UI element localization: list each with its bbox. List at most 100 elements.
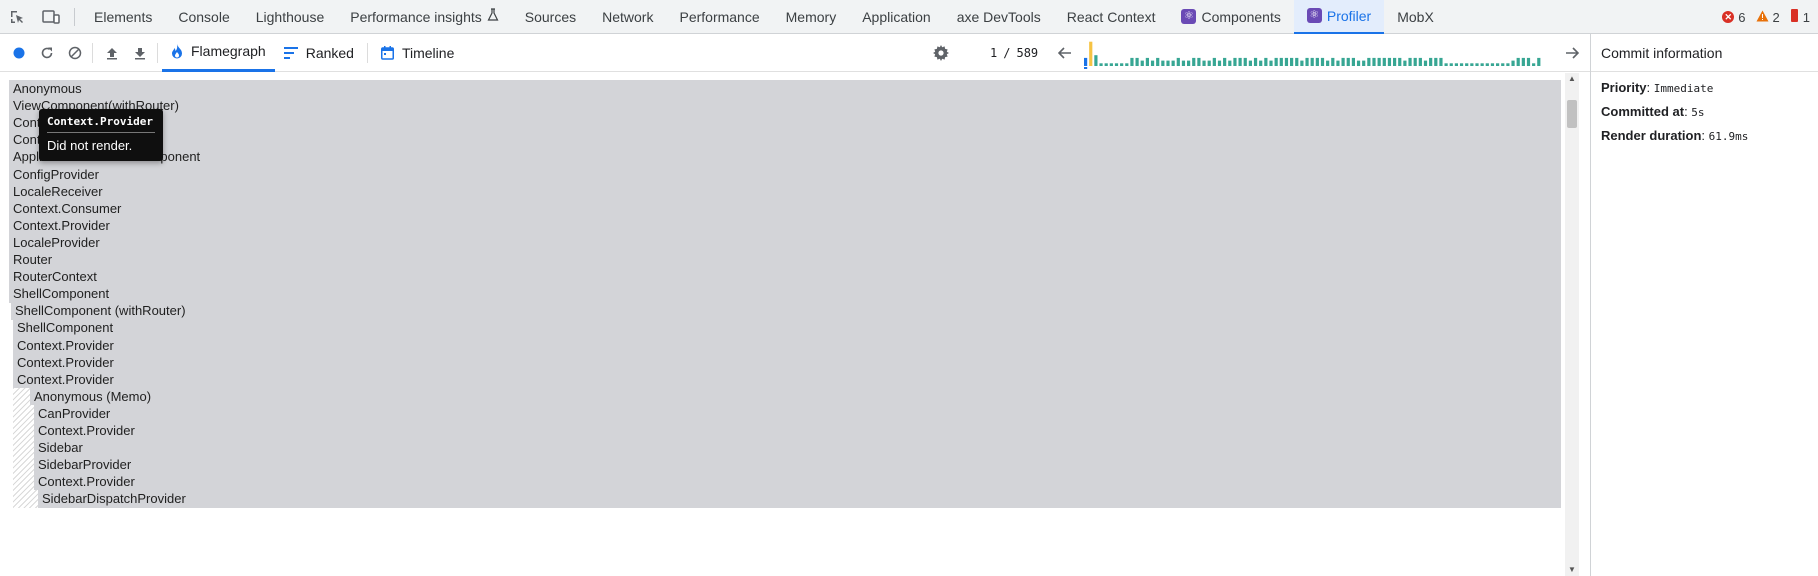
commit-bar[interactable] [1259, 60, 1263, 66]
commit-bar[interactable] [1135, 57, 1139, 66]
issue-counters[interactable]: ✕ 6 2 1 [1722, 0, 1810, 34]
commit-bar[interactable] [1506, 63, 1510, 66]
commit-bar[interactable] [1187, 60, 1191, 66]
commit-bar[interactable] [1393, 57, 1397, 66]
flamegraph-scrollbar[interactable]: ▲ ▼ [1565, 73, 1579, 576]
flamegraph-node[interactable]: Context.Provider [9, 216, 1561, 235]
commit-bar[interactable] [1351, 57, 1355, 66]
commit-bar[interactable] [1501, 63, 1505, 66]
commit-bar[interactable] [1418, 57, 1422, 66]
flamegraph-node[interactable]: Context.Consumer [9, 114, 1561, 133]
commit-bar[interactable] [1511, 60, 1515, 66]
commit-bar[interactable] [1326, 60, 1330, 66]
tab-performance[interactable]: Performance [666, 0, 772, 34]
commit-bar[interactable] [1459, 63, 1464, 66]
commit-bar[interactable] [1223, 57, 1227, 66]
commit-bar[interactable] [1341, 57, 1345, 66]
commit-bar[interactable] [1398, 57, 1402, 66]
tab-elements[interactable]: Elements [81, 0, 165, 34]
commit-bar[interactable] [1496, 63, 1500, 66]
commit-bar[interactable] [1192, 57, 1196, 66]
flamegraph-node[interactable]: Sidebar [34, 439, 1561, 458]
flamegraph-node[interactable]: Router [9, 251, 1561, 269]
commit-bar[interactable] [1176, 57, 1180, 66]
commit-bar[interactable] [1120, 63, 1124, 66]
flamegraph-node[interactable]: ShellComponent (withRouter) [11, 302, 1561, 321]
tab-memory[interactable]: Memory [773, 0, 850, 34]
commit-bar[interactable] [1449, 63, 1453, 66]
commit-bar[interactable] [1207, 60, 1211, 66]
profiler-settings-button[interactable] [928, 40, 954, 66]
previous-commit-button[interactable] [1052, 40, 1078, 66]
info-counter[interactable]: 1 [1790, 9, 1810, 25]
flamegraph-node[interactable]: Context.Provider [13, 370, 1561, 389]
tab-lighthouse[interactable]: Lighthouse [243, 0, 338, 34]
commit-bar[interactable] [1125, 63, 1129, 66]
commit-bar[interactable] [1516, 57, 1520, 66]
commit-bar[interactable] [1109, 63, 1113, 66]
commit-bar[interactable] [1470, 63, 1474, 66]
flamegraph-node[interactable]: LocaleReceiver [9, 182, 1561, 201]
commit-bar[interactable] [1264, 57, 1268, 66]
flamegraph-node[interactable]: RouterContext [9, 268, 1561, 287]
tab-application[interactable]: Application [849, 0, 944, 34]
commit-bar[interactable] [1367, 57, 1371, 66]
commit-bar[interactable] [1089, 41, 1093, 66]
tab-console[interactable]: Console [165, 0, 242, 34]
commit-bar[interactable] [1429, 57, 1433, 66]
commit-bar[interactable] [1475, 63, 1479, 66]
commit-bar[interactable] [1166, 60, 1170, 66]
commit-bar[interactable] [1480, 63, 1484, 66]
record-button[interactable] [6, 40, 32, 66]
commit-bar[interactable] [1279, 57, 1283, 66]
flamegraph-node[interactable]: ConfigProvider [9, 165, 1561, 184]
scroll-up-icon[interactable]: ▲ [1565, 73, 1579, 85]
commit-bar[interactable] [1336, 60, 1340, 66]
flamegraph-node[interactable]: CanProvider [34, 404, 1561, 423]
commit-bar[interactable] [1130, 57, 1134, 66]
device-toolbar-icon[interactable] [34, 0, 68, 34]
tab-axe-devtools[interactable]: axe DevTools [944, 0, 1054, 34]
flamegraph-node[interactable]: Context.Provider [13, 336, 1561, 355]
commit-bar[interactable] [1243, 57, 1247, 66]
commit-bar[interactable] [1145, 57, 1149, 66]
commit-bar[interactable] [1490, 63, 1495, 66]
commit-bar[interactable] [1233, 57, 1237, 66]
tab-network[interactable]: Network [589, 0, 666, 34]
commit-bar[interactable] [1454, 63, 1458, 66]
flamegraph-node[interactable]: ShellComponent [13, 319, 1561, 338]
commit-bar[interactable] [1171, 60, 1175, 66]
commit-bar[interactable] [1356, 60, 1361, 66]
tab-timeline[interactable]: Timeline [372, 34, 463, 72]
commit-bar[interactable] [1114, 63, 1119, 66]
commit-bar[interactable] [1408, 57, 1412, 66]
flamegraph-node[interactable]: ApplicationContainerComponent [9, 148, 1561, 167]
commit-bar[interactable] [1238, 57, 1242, 66]
tab-performance-insights[interactable]: Performance insights [337, 0, 512, 34]
tab-sources[interactable]: Sources [512, 0, 589, 34]
commit-bar[interactable] [1161, 60, 1165, 66]
reload-and-profile-button[interactable] [34, 40, 60, 66]
flamegraph-node[interactable]: Anonymous [9, 80, 1561, 98]
commit-bar[interactable] [1284, 57, 1289, 66]
flamegraph-node[interactable]: LocaleProvider [9, 233, 1561, 252]
commit-bar[interactable] [1387, 57, 1392, 66]
commit-bar[interactable] [1444, 63, 1448, 66]
tab-components[interactable]: ⚛ Components [1168, 0, 1293, 34]
commit-bar[interactable] [1331, 57, 1335, 66]
commit-bar[interactable] [1202, 60, 1206, 66]
commit-bar[interactable] [1290, 57, 1294, 66]
clear-profiling-button[interactable] [62, 40, 88, 66]
commit-bar[interactable] [1305, 57, 1309, 66]
commit-selector-chart[interactable] [1084, 37, 1552, 69]
commit-bar[interactable] [1382, 57, 1386, 66]
flamegraph-node[interactable]: Context.Provider [34, 473, 1561, 492]
commit-bar[interactable] [1439, 57, 1443, 66]
commit-bar[interactable] [1434, 57, 1438, 66]
flamegraph-node[interactable]: Context.Provider [9, 131, 1561, 150]
commit-bar[interactable] [1150, 60, 1155, 66]
commit-bar[interactable] [1212, 57, 1216, 66]
commit-bar[interactable] [1521, 57, 1525, 66]
commit-bar[interactable] [1217, 60, 1222, 66]
commit-bar[interactable] [1310, 57, 1314, 66]
